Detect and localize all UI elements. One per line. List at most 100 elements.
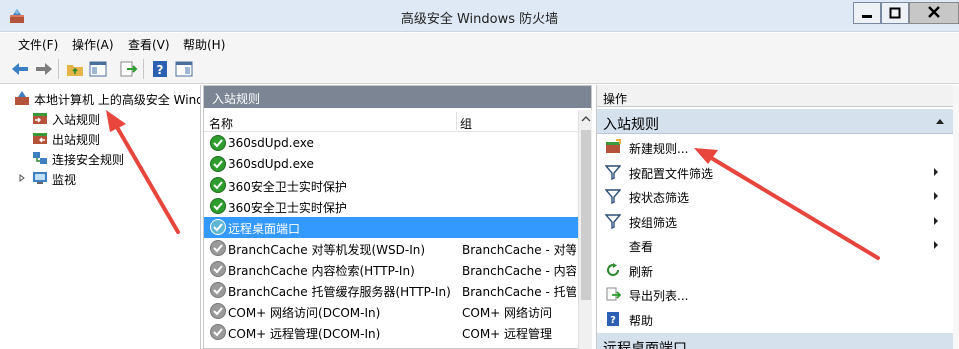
rule-disabled-icon xyxy=(210,261,226,277)
table-row[interactable]: 360安全卫士实时保护 xyxy=(204,196,578,217)
toolbar-separator xyxy=(143,59,144,79)
help-icon[interactable]: ? xyxy=(150,59,170,79)
column-name-header[interactable]: 名称 xyxy=(209,115,233,132)
rule-group: BranchCache - 对等机 xyxy=(462,243,576,257)
menu-view[interactable]: 查看(V) xyxy=(128,36,170,53)
window-title: 高级安全 Windows 防火墙 xyxy=(400,12,559,27)
table-row[interactable]: BranchCache 托管缓存服务器(HTTP-In) BranchCache … xyxy=(204,280,578,301)
navigation-tree: 本地计算机 上的高级安全 Wind 入站规则 出站规则 连接安全规则 监视 xyxy=(0,85,201,349)
close-icon xyxy=(928,6,940,18)
table-row[interactable]: 远程桌面端口 xyxy=(204,217,578,238)
column-header: 名称 组 xyxy=(204,110,578,132)
actions-pane: 操作 入站规则 新建规则... 按配置文件筛选 按状态筛选 按组筛选 查看 刷新 导出列表.… xyxy=(596,85,959,349)
minimize-icon xyxy=(862,15,872,18)
submenu-arrow-icon xyxy=(934,216,938,225)
collapse-icon[interactable] xyxy=(935,118,945,125)
rule-name: 360sdUpd.exe xyxy=(228,136,314,150)
action-item[interactable]: ? 帮助 xyxy=(597,307,953,331)
scrollbar-thumb[interactable] xyxy=(581,130,591,300)
firewall-root-icon xyxy=(15,91,29,105)
outbound-rules-icon xyxy=(33,133,47,144)
action-item[interactable]: 新建规则... xyxy=(597,135,953,159)
rule-disabled-icon xyxy=(210,303,226,319)
rule-name: BranchCache 内容检索(HTTP-In) xyxy=(228,264,415,278)
actions-section-label: 入站规则 xyxy=(603,117,659,133)
actions-section-remote-desktop[interactable]: 远程桌面端口 xyxy=(597,333,953,349)
table-row[interactable]: COM+ 远程管理(DCOM-In) COM+ 远程管理 xyxy=(204,322,578,343)
action-label: 按状态筛选 xyxy=(629,191,690,205)
rule-enabled-icon xyxy=(210,198,226,214)
toolbar: ? xyxy=(0,55,959,84)
table-row[interactable]: 360安全卫士实时保护 xyxy=(204,175,578,196)
forward-icon[interactable] xyxy=(34,59,54,79)
scroll-up-icon[interactable] xyxy=(580,112,592,126)
table-row[interactable]: BranchCache 内容检索(HTTP-In) BranchCache - 内… xyxy=(204,259,578,280)
rule-disabled-icon xyxy=(210,240,226,256)
action-item[interactable]: 按组筛选 xyxy=(597,209,953,233)
rules-pane-title: 入站规则 xyxy=(204,86,591,108)
rule-group: COM+ 远程管理 xyxy=(462,327,553,341)
actions-section-inbound-rules[interactable]: 入站规则 xyxy=(597,109,953,134)
menu-help[interactable]: 帮助(H) xyxy=(183,36,225,53)
svg-text:?: ? xyxy=(610,315,616,326)
rule-name: 远程桌面端口 xyxy=(228,222,301,236)
tree-item-label: 出站规则 xyxy=(52,133,101,147)
tree-item-label: 监视 xyxy=(52,173,77,187)
action-label: 按组筛选 xyxy=(629,215,678,230)
close-button[interactable] xyxy=(909,2,959,24)
menu-file[interactable]: 文件(F) xyxy=(18,36,58,53)
action-label: 导出列表... xyxy=(629,289,689,303)
rule-name: BranchCache 对等机发现(WSD-In) xyxy=(228,243,426,257)
maximize-icon xyxy=(889,7,901,19)
menu-bar: 文件(F) 操作(A) 查看(V) 帮助(H) xyxy=(0,33,959,55)
maximize-button[interactable] xyxy=(881,2,909,24)
tree-root-label: 本地计算机 上的高级安全 Wind xyxy=(34,93,201,107)
column-group-header[interactable]: 组 xyxy=(460,115,472,132)
export-list-icon[interactable] xyxy=(118,59,138,79)
filter-icon xyxy=(604,188,622,205)
tree-item-label: 连接安全规则 xyxy=(52,153,125,167)
rules-list-pane: 入站规则 名称 组 360sdUpd.exe 360sdUpd.exe 360安全卫… xyxy=(203,85,592,349)
action-label: 查看 xyxy=(629,240,654,254)
action-item[interactable]: 查看 xyxy=(597,233,953,257)
menu-action[interactable]: 操作(A) xyxy=(72,36,114,53)
up-folder-icon[interactable] xyxy=(65,59,85,79)
show-action-pane-icon[interactable] xyxy=(174,59,194,79)
rules-list: 360sdUpd.exe 360sdUpd.exe 360安全卫士实时保护 360安全… xyxy=(204,133,578,349)
vertical-scrollbar[interactable] xyxy=(578,110,592,349)
svg-text:?: ? xyxy=(157,63,164,77)
rule-disabled-icon xyxy=(210,324,226,340)
action-label: 刷新 xyxy=(629,264,654,279)
actions-section-label: 远程桌面端口 xyxy=(603,341,687,349)
monitoring-icon xyxy=(33,172,47,184)
action-item[interactable]: 刷新 xyxy=(597,258,953,282)
submenu-arrow-icon xyxy=(934,192,938,200)
refresh-icon xyxy=(605,262,621,278)
rule-enabled-icon xyxy=(210,156,226,172)
action-label: 新建规则... xyxy=(629,142,689,156)
action-item[interactable]: 按配置文件筛选 xyxy=(597,160,953,184)
action-item[interactable]: 导出列表... xyxy=(597,282,953,306)
minimize-button[interactable] xyxy=(853,2,881,24)
connection-security-icon xyxy=(33,152,47,164)
rule-disabled-icon xyxy=(210,282,226,298)
back-icon[interactable] xyxy=(10,59,30,79)
tree-item-label: 入站规则 xyxy=(52,111,101,128)
rule-name: COM+ 远程管理(DCOM-In) xyxy=(228,327,381,341)
export-icon xyxy=(605,286,622,302)
expand-icon[interactable] xyxy=(18,174,26,182)
show-hide-tree-icon[interactable] xyxy=(88,59,108,79)
filter-icon xyxy=(604,164,622,180)
rule-name: BranchCache 托管缓存服务器(HTTP-In) xyxy=(228,285,451,299)
actions-scrollbar[interactable] xyxy=(953,85,959,349)
rule-enabled-icon xyxy=(210,219,226,235)
table-row[interactable]: COM+ 网络访问(DCOM-In) COM+ 网络访问 xyxy=(204,301,578,322)
table-row[interactable]: 360sdUpd.exe xyxy=(204,133,578,154)
rule-name: 360sdUpd.exe xyxy=(228,157,314,171)
table-row[interactable]: BranchCache 对等机发现(WSD-In) BranchCache - 对… xyxy=(204,238,578,259)
submenu-arrow-icon xyxy=(934,241,938,249)
filter-icon xyxy=(604,213,622,229)
column-separator[interactable] xyxy=(456,112,457,130)
table-row[interactable]: 360sdUpd.exe xyxy=(204,154,578,175)
action-item[interactable]: 按状态筛选 xyxy=(597,184,953,208)
